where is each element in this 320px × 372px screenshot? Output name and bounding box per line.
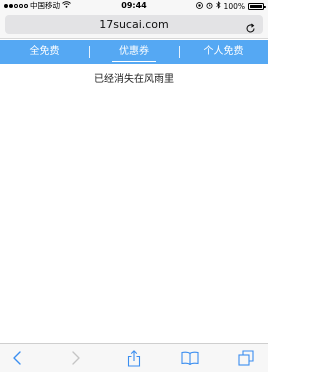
bluetooth-icon: [215, 1, 221, 12]
tab-label: 优惠券: [119, 46, 149, 57]
active-tab-indicator: [112, 60, 156, 62]
bookmarks-button[interactable]: [181, 350, 199, 366]
address-bar[interactable]: 17sucai.com: [5, 15, 263, 34]
forward-icon: [71, 351, 81, 365]
battery-percent: 100%: [223, 1, 245, 11]
battery-icon: [248, 3, 266, 10]
location-icon: [195, 1, 203, 12]
tabs-icon: [238, 350, 254, 366]
content-message: 已经消失在风雨里: [94, 74, 174, 85]
browser-toolbar: [0, 343, 268, 372]
tabs-button[interactable]: [238, 350, 254, 366]
status-right: 100%: [195, 1, 266, 12]
back-icon: [12, 351, 22, 365]
alarm-icon: [206, 2, 213, 12]
browser-address-area: 17sucai.com: [0, 12, 268, 39]
tab-label: 全免费: [29, 46, 60, 57]
tab-all-free[interactable]: 全免费: [0, 40, 89, 64]
share-icon: [127, 349, 141, 367]
forward-button[interactable]: [68, 350, 84, 366]
tab-label: 个人免费: [203, 46, 244, 57]
bookmarks-icon: [181, 351, 199, 365]
back-button[interactable]: [9, 350, 25, 366]
tab-coupons[interactable]: 优惠券: [90, 40, 179, 64]
share-button[interactable]: [126, 349, 142, 367]
category-tab-bar: 全免费 优惠券 个人免费: [0, 40, 268, 64]
tab-personal-free[interactable]: 个人免费: [179, 40, 268, 64]
phone-screen: 中国移动 09:44 100% 17sucai.com 全免费 优惠券 个人免费…: [0, 0, 268, 372]
status-bar: 中国移动 09:44 100%: [0, 0, 268, 12]
battery-level-fill: [249, 4, 263, 9]
url-text[interactable]: 17sucai.com: [5, 15, 263, 34]
reload-icon[interactable]: [245, 19, 256, 33]
